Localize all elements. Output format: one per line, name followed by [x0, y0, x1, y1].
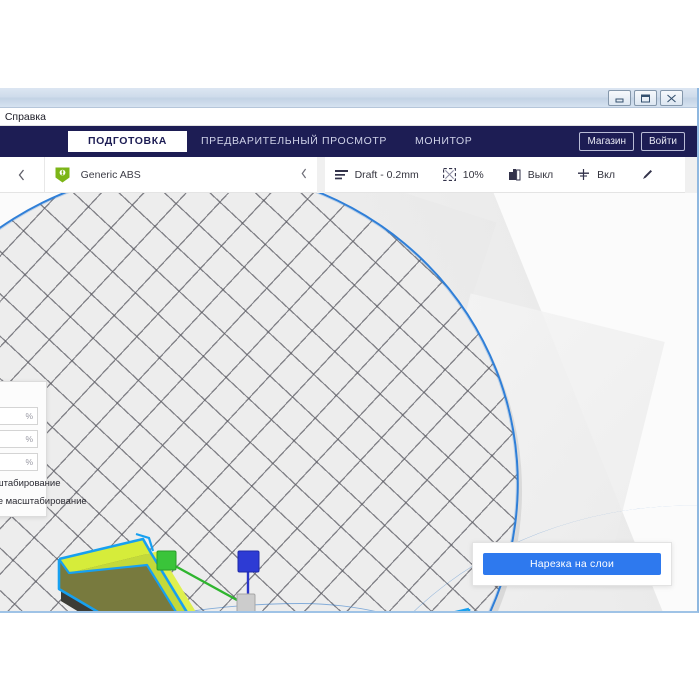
chevron-left-icon: [18, 169, 24, 180]
scale-row-x[interactable]: X 100 %: [0, 407, 38, 425]
edit-settings-button[interactable]: [641, 168, 661, 181]
adhesion-value: Вкл: [597, 168, 615, 181]
nav-right-actions: Магазин Войти: [579, 126, 685, 157]
minimize-button[interactable]: [608, 90, 631, 106]
material-spool-icon: [55, 167, 70, 182]
scale-y-input[interactable]: 100 %: [0, 430, 38, 448]
sign-in-button[interactable]: Войти: [641, 132, 685, 151]
sidebar-collapse-button[interactable]: [0, 157, 44, 193]
window-title-bar: [0, 88, 697, 108]
3d-viewport[interactable]: Масштаб X 100 % Y 100 % Z 100 %: [0, 193, 697, 611]
slice-button[interactable]: Нарезка на слои: [483, 553, 661, 575]
tab-prepare[interactable]: ПОДГОТОВКА: [68, 131, 187, 152]
setting-support[interactable]: Выкл: [508, 168, 553, 181]
infill-value: 10%: [462, 168, 484, 181]
setting-adhesion[interactable]: Вкл: [577, 168, 615, 181]
marketplace-button[interactable]: Магазин: [579, 132, 635, 151]
configuration-toolbar: Generic ABS Draft - 0.2mm 10% Выкл Вкл: [0, 157, 697, 193]
scale-row-z[interactable]: Z 100 %: [0, 453, 38, 471]
scale-tool-panel[interactable]: Масштаб X 100 % Y 100 % Z 100 %: [0, 381, 87, 517]
scale-x-unit: %: [25, 411, 33, 421]
proportional-scaling-label: Пропорциональное масштабирование: [0, 496, 87, 507]
stage-tabs: ПОДГОТОВКА ПРЕДВАРИТЕЛЬНЫЙ ПРОСМОТР МОНИ…: [68, 126, 486, 157]
menu-bar: тройки Справка: [0, 108, 697, 126]
adhesion-icon: [577, 168, 590, 181]
scale-z-input[interactable]: 100 %: [0, 453, 38, 471]
support-value: Выкл: [527, 168, 554, 181]
tab-monitor[interactable]: МОНИТОР: [401, 131, 486, 152]
scale-row-y[interactable]: Y 100 %: [0, 430, 38, 448]
chevron-left-icon: [301, 168, 306, 179]
setting-infill[interactable]: 10%: [442, 168, 484, 181]
scale-x-input[interactable]: 100 %: [0, 407, 38, 425]
uniform-scaling-label: Равномерное масштабирование: [0, 478, 61, 489]
layer-height-icon: [334, 169, 348, 181]
stage-navigation-bar: ПОДГОТОВКА ПРЕДВАРИТЕЛЬНЫЙ ПРОСМОТР МОНИ…: [0, 126, 697, 157]
material-name-label: Generic ABS: [80, 168, 141, 181]
toolbar-spacer: [316, 157, 325, 193]
action-panel: Нарезка на слои: [472, 542, 672, 586]
scale-y-unit: %: [25, 434, 33, 444]
application-window: тройки Справка ПОДГОТОВКА ПРЕДВАРИТЕЛЬНЫ…: [0, 88, 699, 613]
maximize-button[interactable]: [634, 90, 657, 106]
scale-z-unit: %: [25, 457, 33, 467]
window-controls: [608, 90, 683, 106]
setting-layer-height[interactable]: Draft - 0.2mm: [334, 168, 419, 181]
tab-preview[interactable]: ПРЕДВАРИТЕЛЬНЫЙ ПРОСМОТР: [187, 131, 401, 152]
material-selector[interactable]: Generic ABS: [43, 157, 317, 193]
bent-bracket-model[interactable]: [39, 433, 509, 611]
layer-height-value: Draft - 0.2mm: [354, 168, 419, 181]
scale-panel-title: Масштаб: [0, 390, 38, 401]
support-icon: [508, 168, 521, 181]
proportional-scaling-checkbox[interactable]: Пропорциональное масштабирование: [0, 496, 87, 507]
menu-item-help[interactable]: Справка: [0, 108, 51, 126]
print-settings-selector[interactable]: Draft - 0.2mm 10% Выкл Вкл: [324, 157, 685, 193]
close-button[interactable]: [660, 90, 683, 106]
uniform-scaling-checkbox[interactable]: Равномерное масштабирование: [0, 478, 61, 489]
pencil-icon: [641, 168, 654, 181]
infill-icon: [442, 168, 456, 181]
